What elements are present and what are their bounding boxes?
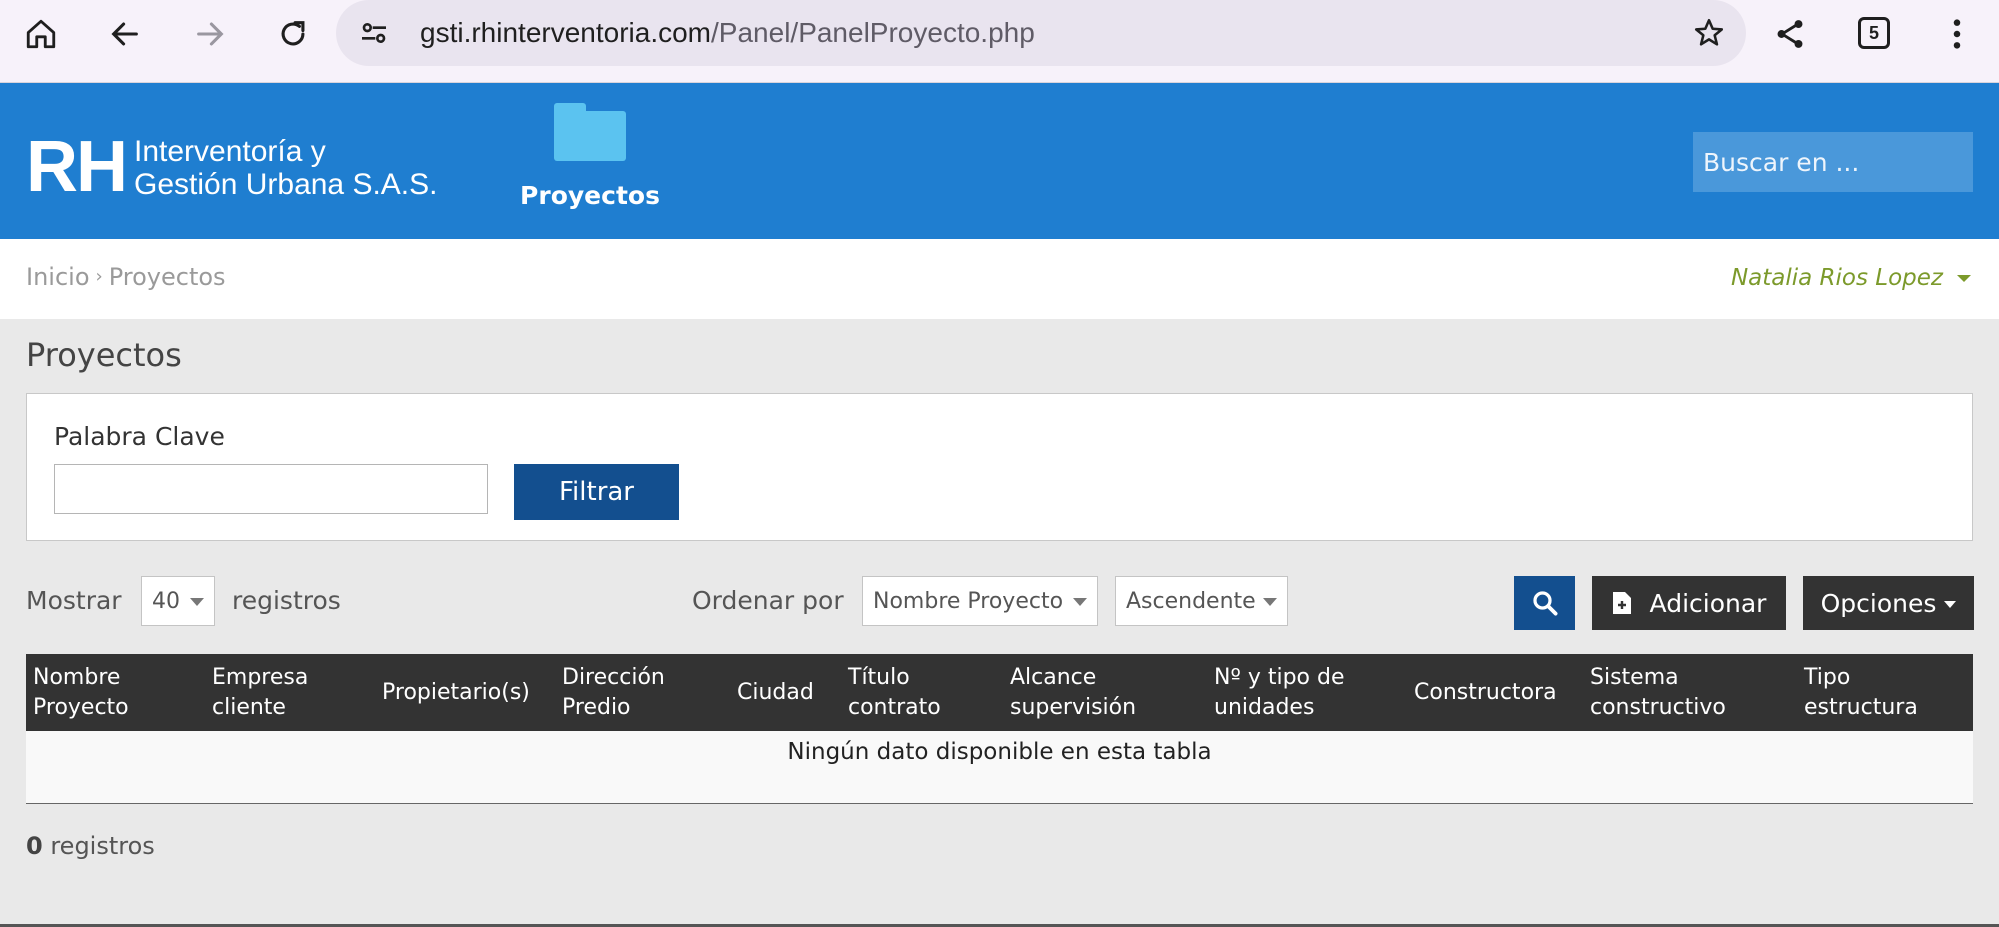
home-icon[interactable] <box>19 12 63 56</box>
breadcrumb-current: Proyectos <box>108 263 226 291</box>
page-size-select[interactable]: 40 <box>141 576 215 626</box>
options-button-label: Opciones <box>1820 588 1937 618</box>
logo-text: Interventoría y Gestión Urbana S.A.S. <box>134 135 438 201</box>
tab-switcher[interactable]: 5 <box>1858 17 1890 49</box>
breadcrumb-home[interactable]: Inicio <box>26 263 90 291</box>
empty-table-message: Ningún dato disponible en esta tabla <box>26 731 1973 804</box>
logo-mark: RH <box>26 127 128 207</box>
col-header[interactable]: Constructora <box>1407 654 1583 731</box>
user-menu[interactable]: Natalia Rios Lopez <box>1731 265 1971 291</box>
options-button[interactable]: Opciones <box>1803 576 1974 630</box>
col-header[interactable]: Alcance supervisión <box>1003 654 1207 731</box>
col-header[interactable]: Tipo estructura <box>1797 654 1973 731</box>
records-count: 0 registros <box>26 832 155 860</box>
page-size-value: 40 <box>152 588 180 614</box>
order-direction-select[interactable]: Ascendente <box>1115 576 1288 626</box>
bookmark-star-icon[interactable] <box>1692 16 1726 54</box>
address-bar[interactable]: gsti.rhinterventoria.com/Panel/PanelProy… <box>336 0 1746 66</box>
table-controls: Mostrar 40 registros Ordenar por Nombre … <box>0 576 1999 630</box>
add-file-icon <box>1612 592 1631 614</box>
keyword-input[interactable] <box>54 464 488 514</box>
records-count-label: registros <box>50 832 155 860</box>
col-header[interactable]: Dirección Predio <box>555 654 730 731</box>
browser-toolbar: gsti.rhinterventoria.com/Panel/PanelProy… <box>0 0 1999 83</box>
url-text[interactable]: gsti.rhinterventoria.com/Panel/PanelProy… <box>420 17 1035 49</box>
user-name: Natalia Rios Lopez <box>1730 265 1943 291</box>
add-button-label: Adicionar <box>1649 588 1767 618</box>
show-label: Mostrar <box>26 586 122 615</box>
order-field-value: Nombre Proyecto <box>873 588 1064 614</box>
caret-down-icon <box>1263 598 1277 606</box>
company-logo[interactable]: RH Interventoría y Gestión Urbana S.A.S. <box>26 127 438 207</box>
folder-icon <box>554 103 626 161</box>
col-header[interactable]: Título contrato <box>841 654 1003 731</box>
search-icon <box>1532 591 1557 616</box>
share-icon[interactable] <box>1768 12 1812 56</box>
col-header[interactable]: Empresa cliente <box>205 654 375 731</box>
reload-icon[interactable] <box>271 12 315 56</box>
breadcrumb-bar: Inicio › Proyectos Natalia Rios Lopez <box>0 239 1999 319</box>
table-search-button[interactable] <box>1514 576 1575 630</box>
caret-down-icon <box>1957 274 1971 282</box>
page-title: Proyectos <box>26 336 182 374</box>
back-arrow-icon[interactable] <box>103 12 147 56</box>
caret-down-icon <box>1073 598 1087 606</box>
records-count-number: 0 <box>26 832 43 860</box>
col-header[interactable]: Propietario(s) <box>375 654 555 731</box>
nav-projects[interactable]: Proyectos <box>520 103 660 210</box>
caret-down-icon <box>1944 600 1957 608</box>
order-by-label: Ordenar por <box>692 586 844 615</box>
table-header-row: Nombre Proyecto Empresa cliente Propietari… <box>26 654 1973 731</box>
col-header[interactable]: Sistema constructivo <box>1583 654 1797 731</box>
records-label: registros <box>232 586 341 615</box>
caret-down-icon <box>190 598 204 606</box>
forward-arrow-icon[interactable] <box>188 12 232 56</box>
table-row: Ningún dato disponible en esta tabla <box>26 731 1973 804</box>
site-search-input[interactable] <box>1693 132 1999 192</box>
add-button[interactable]: Adicionar <box>1592 576 1786 630</box>
keyword-label: Palabra Clave <box>54 422 225 451</box>
filter-button[interactable]: Filtrar <box>514 464 679 520</box>
col-header[interactable]: Nombre Proyecto <box>26 654 205 731</box>
site-search <box>1693 132 1999 192</box>
order-field-select[interactable]: Nombre Proyecto <box>862 576 1098 626</box>
breadcrumb: Inicio › Proyectos <box>26 263 226 291</box>
breadcrumb-separator: › <box>95 266 103 287</box>
site-header: RH Interventoría y Gestión Urbana S.A.S.… <box>0 83 1999 239</box>
filter-panel: Palabra Clave Filtrar <box>26 393 1973 541</box>
col-header[interactable]: Nº y tipo de unidades <box>1207 654 1407 731</box>
site-settings-icon[interactable] <box>358 17 390 53</box>
col-header[interactable]: Ciudad <box>730 654 841 731</box>
order-direction-value: Ascendente <box>1126 588 1256 614</box>
menu-dots-icon[interactable] <box>1935 12 1979 56</box>
projects-table: Nombre Proyecto Empresa cliente Propietari… <box>26 654 1973 804</box>
nav-projects-label: Proyectos <box>520 181 660 210</box>
